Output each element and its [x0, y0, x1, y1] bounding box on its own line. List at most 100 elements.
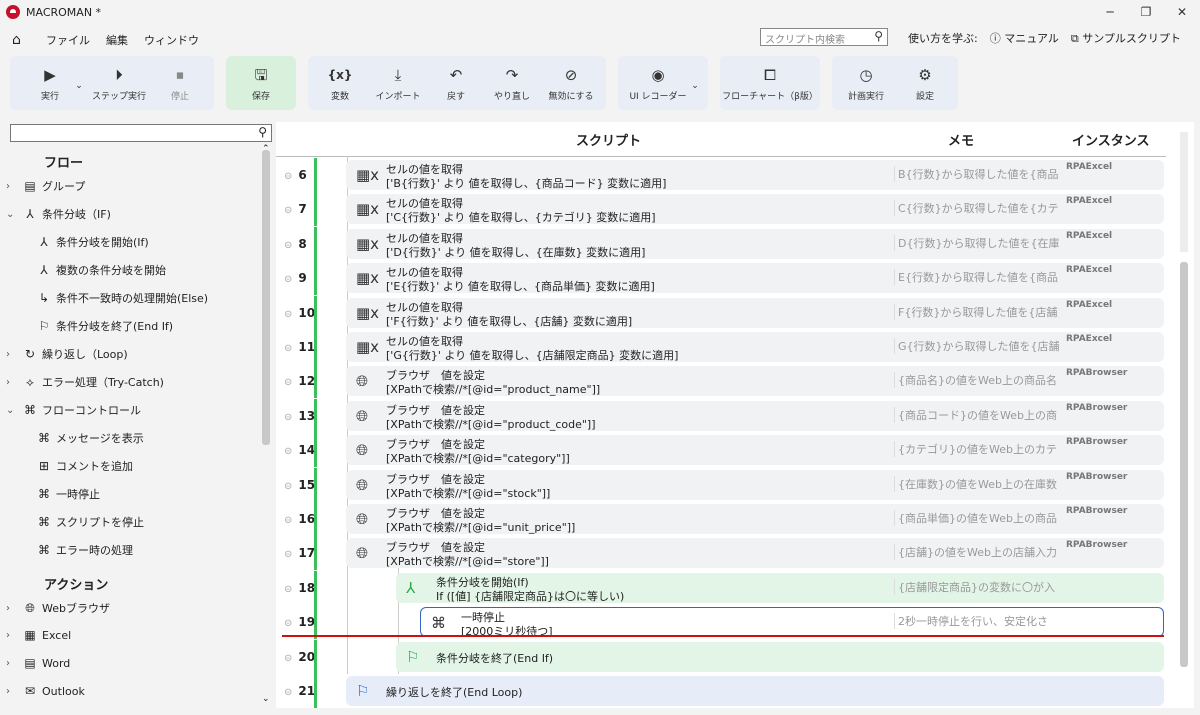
import-button[interactable]: ⤓ インポート	[368, 56, 428, 110]
breakpoint-icon[interactable]: ⊝	[284, 481, 292, 492]
sidebar-item-loop[interactable]: › ↻ 繰り返し（Loop)	[6, 346, 128, 362]
disable-button[interactable]: ⊘ 無効にする	[540, 56, 602, 110]
flowchart-button[interactable]: ⧠ フローチャート（β版）	[720, 56, 820, 110]
memo-cell[interactable]: {カテゴリ}の値をWeb上のカテ	[894, 441, 1059, 458]
script-row[interactable]: ⊝ 14 🌐︎ ブラウザ 値を設定 [XPathで検索//*[@id="category…	[276, 433, 1176, 468]
editor-scrollbar[interactable]	[1180, 262, 1188, 667]
maximize-icon[interactable]: ❐	[1128, 0, 1164, 24]
run-dropdown-icon[interactable]: ⌄	[72, 56, 86, 110]
search-icon[interactable]: ⚲	[258, 125, 267, 139]
script-row[interactable]: ⊝ 21 ⚐ 繰り返しを終了(End Loop)	[276, 674, 1176, 708]
col-script: スクリプト	[576, 134, 642, 149]
sidebar-item-pause[interactable]: ⌘ 一時停止	[34, 486, 100, 502]
script-row[interactable]: ⊝ 12 🌐︎ ブラウザ 値を設定 [XPathで検索//*[@id="product_…	[276, 364, 1176, 399]
menu-file[interactable]: ファイル	[46, 32, 90, 48]
script-row[interactable]: ⊝ 17 🌐︎ ブラウザ 値を設定 [XPathで検索//*[@id="store"]]…	[276, 536, 1176, 571]
manual-link[interactable]: ⓘ マニュアル	[990, 30, 1059, 46]
breakpoint-icon[interactable]: ⊝	[284, 377, 292, 388]
breakpoint-icon[interactable]: ⊝	[284, 274, 292, 285]
undo-button[interactable]: ↶ 戻す	[428, 56, 484, 110]
search-icon[interactable]: ⚲	[874, 29, 883, 43]
sidebar-item-multi-if[interactable]: ⅄ 複数の条件分岐を開始	[34, 262, 166, 278]
script-row[interactable]: ⊝ 15 🌐︎ ブラウザ 値を設定 [XPathで検索//*[@id="stock"]]…	[276, 467, 1176, 502]
step-card[interactable]: ⚐ 繰り返しを終了(End Loop)	[346, 676, 1164, 706]
script-row[interactable]: ⊝ 11 ▦x セルの値を取得 ['G{行数}' より 値を取得し、{店舗限定商品} 変…	[276, 330, 1176, 364]
script-row[interactable]: ⊝ 16 🌐︎ ブラウザ 値を設定 [XPathで検索//*[@id="unit_pri…	[276, 502, 1176, 536]
memo-cell[interactable]: {商品名}の値をWeb上の商品名	[894, 372, 1059, 389]
step-run-button[interactable]: ⏵ ステップ実行	[86, 56, 152, 110]
memo-cell[interactable]: {在庫数}の値をWeb上の在庫数	[894, 475, 1059, 492]
memo-cell[interactable]: B{行数}から取得した値を{商品	[894, 166, 1059, 182]
breakpoint-icon[interactable]: ⊝	[284, 549, 292, 560]
breakpoint-icon[interactable]: ⊝	[284, 515, 292, 526]
script-row[interactable]: ⊝ 6 ▦x セルの値を取得 ['B{行数}' より 値を取得し、{商品コード} 変数に…	[276, 158, 1176, 192]
sidebar-item-group[interactable]: › ▤ グループ	[6, 178, 85, 194]
sidebar-item-label: エラー時の処理	[56, 544, 133, 557]
script-row[interactable]: ⊝ 8 ▦x セルの値を取得 ['D{行数}' より 値を取得し、{在庫数} 変数に適用…	[276, 226, 1176, 261]
sidebar-item-if[interactable]: ⌄ ⅄ 条件分岐（IF)	[6, 206, 111, 222]
memo-cell[interactable]: F{行数}から取得した値を{店舗}	[894, 303, 1059, 320]
menu-edit[interactable]: 編集	[106, 32, 128, 48]
script-row[interactable]: ⊝ 20 ⚐ 条件分岐を終了(End If)	[276, 639, 1176, 674]
excel-icon: ▦x	[356, 338, 380, 356]
sidebar-scrollbar[interactable]	[262, 150, 270, 445]
breakpoint-icon[interactable]: ⊝	[284, 309, 292, 320]
schedule-label: 計画実行	[847, 91, 884, 102]
sidebar-item-on-error[interactable]: ⌘ エラー時の処理	[34, 542, 133, 558]
memo-cell[interactable]: C{行数}から取得した値を{カテ	[894, 200, 1059, 217]
sidebar-item-else[interactable]: ↳ 条件不一致時の処理開始(Else)	[34, 290, 208, 306]
memo-cell[interactable]: 2秒一時停止を行い、安定化さ	[894, 613, 1059, 630]
sidebar-item-excel[interactable]: › ▦ Excel	[6, 628, 71, 642]
sidebar-item-if-start[interactable]: ⅄ 条件分岐を開始(If)	[34, 234, 148, 250]
memo-cell[interactable]: {店舗}の値をWeb上の店舗入力	[894, 544, 1059, 561]
breakpoint-icon[interactable]: ⊝	[284, 446, 292, 457]
script-row[interactable]: ⊝ 13 🌐︎ ブラウザ 値を設定 [XPathで検索//*[@id="product_…	[276, 398, 1176, 433]
sidebar-item-message[interactable]: ⌘ メッセージを表示	[34, 430, 144, 446]
script-row[interactable]: ⊝ 18 ⅄ 条件分岐を開始(If) If ([値] {店舗限定商品}は〇に等しい) {店…	[276, 570, 1176, 605]
sidebar-search-input[interactable]: ⚲	[10, 124, 272, 142]
memo-cell[interactable]: D{行数}から取得した値を{在庫	[894, 234, 1059, 251]
sidebar-item-stop-script[interactable]: ⌘ スクリプトを停止	[34, 514, 144, 530]
recorder-dropdown-icon[interactable]: ⌄	[688, 56, 702, 110]
step-card[interactable]: ⚐ 条件分岐を終了(End If)	[396, 641, 1164, 672]
breakpoint-icon[interactable]: ⊝	[284, 618, 292, 629]
breakpoint-icon[interactable]: ⊝	[284, 687, 292, 698]
settings-button[interactable]: ⚙ 設定	[896, 56, 954, 110]
breakpoint-icon[interactable]: ⊝	[284, 343, 292, 354]
scroll-down-icon[interactable]: ⌄	[262, 694, 270, 704]
save-button[interactable]: 🖫 保存	[226, 56, 296, 110]
menu-window[interactable]: ウィンドウ	[144, 32, 199, 48]
script-search-input[interactable]: スクリプト内検索 ⚲	[760, 28, 888, 46]
sidebar-item-outlook[interactable]: › ✉ Outlook	[6, 684, 85, 698]
memo-cell[interactable]: {商品コード}の値をWeb上の商	[894, 406, 1059, 423]
sidebar-item-end-if[interactable]: ⚐ 条件分岐を終了(End If)	[34, 318, 174, 334]
memo-cell[interactable]: G{行数}から取得した値を{店舗	[894, 338, 1059, 354]
schedule-button[interactable]: ◷ 計画実行	[836, 56, 896, 110]
script-row[interactable]: ⊝ 10 ▦x セルの値を取得 ['F{行数}' より 値を取得し、{店舗} 変数に適用…	[276, 295, 1176, 330]
sidebar-item-flow-control[interactable]: ⌄ ⌘ フローコントロール	[6, 402, 141, 418]
redo-button[interactable]: ↷ やり直し	[484, 56, 540, 110]
sidebar-item-comment[interactable]: ⊞ コメントを追加	[34, 458, 133, 474]
sidebar-item-try-catch[interactable]: › ⟡ エラー処理（Try-Catch)	[6, 374, 164, 390]
close-icon[interactable]: ✕	[1164, 0, 1200, 24]
script-row[interactable]: ⊝ 7 ▦x セルの値を取得 ['C{行数}' より 値を取得し、{カテゴリ} 変数に適…	[276, 192, 1176, 227]
memo-cell[interactable]: {店舗限定商品}の変数に〇が入	[894, 578, 1059, 595]
variables-button[interactable]: {x} 変数	[312, 56, 368, 110]
breakpoint-icon[interactable]: ⊝	[284, 205, 292, 216]
breakpoint-icon[interactable]: ⊝	[284, 240, 292, 251]
script-row[interactable]: ⊝ 9 ▦x セルの値を取得 ['E{行数}' より 値を取得し、{商品単価} 変数に適…	[276, 261, 1176, 296]
memo-cell[interactable]: {商品単価}の値をWeb上の商品	[894, 510, 1059, 526]
breakpoint-icon[interactable]: ⊝	[284, 171, 292, 182]
stop-button[interactable]: ⏹ 停止	[152, 56, 208, 110]
breakpoint-icon[interactable]: ⊝	[284, 412, 292, 423]
home-icon[interactable]: ⌂	[12, 32, 28, 48]
minimize-icon[interactable]: ─	[1092, 0, 1128, 24]
scroll-up-icon[interactable]: ⌃	[262, 144, 270, 154]
memo-cell[interactable]: E{行数}から取得した値を{商品	[894, 269, 1059, 286]
sidebar-item-word[interactable]: › ▤ Word	[6, 656, 70, 670]
ui-recorder-button[interactable]: ◉ UI レコーダー	[622, 56, 694, 110]
breakpoint-icon[interactable]: ⊝	[284, 653, 292, 664]
breakpoint-icon[interactable]: ⊝	[284, 584, 292, 595]
sample-script-link[interactable]: ⧉ サンプルスクリプト	[1071, 30, 1181, 46]
sidebar-item-web-browser[interactable]: › 🌐︎ Webブラウザ	[6, 600, 110, 616]
